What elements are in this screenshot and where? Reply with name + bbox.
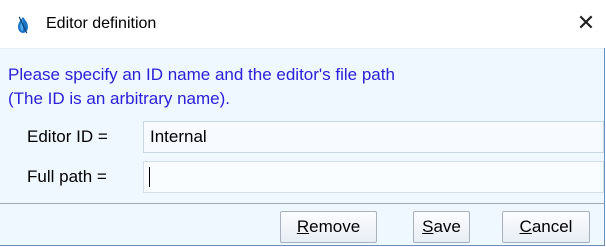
cancel-mnemonic: C <box>519 217 532 236</box>
save-label-rest: ave <box>433 217 461 236</box>
cancel-label-rest: ancel <box>531 217 573 236</box>
full-path-input[interactable] <box>143 161 604 193</box>
text-caret <box>149 167 150 187</box>
editor-id-label: Editor ID = <box>27 127 108 146</box>
remove-mnemonic: R <box>296 217 310 236</box>
cancel-button[interactable]: Cancel <box>502 211 590 243</box>
instruction-message: Please specify an ID name and the editor… <box>8 63 395 111</box>
instruction-line-1: Please specify an ID name and the editor… <box>8 65 395 84</box>
editor-id-row: Editor ID = <box>0 121 604 153</box>
full-path-label: Full path = <box>27 167 107 186</box>
editor-id-input[interactable] <box>143 121 604 153</box>
remove-label-rest: emove <box>309 217 361 236</box>
button-bar: Remove Save Cancel <box>0 204 604 246</box>
save-button[interactable]: Save <box>413 211 470 243</box>
full-path-row: Full path = <box>0 161 604 193</box>
close-icon: ✕ <box>576 10 596 36</box>
editor-definition-dialog: Editor definition ✕ Please specify an ID… <box>0 0 605 246</box>
save-mnemonic: S <box>422 217 434 236</box>
window-title: Editor definition <box>46 15 157 32</box>
close-button[interactable]: ✕ <box>571 8 601 38</box>
instruction-line-2: (The ID is an arbitrary name). <box>8 89 231 108</box>
title-bar[interactable]: Editor definition ✕ <box>0 0 605 48</box>
app-logo-icon <box>14 16 32 34</box>
dialog-content: Please specify an ID name and the editor… <box>0 48 604 245</box>
remove-button[interactable]: Remove <box>280 211 377 243</box>
